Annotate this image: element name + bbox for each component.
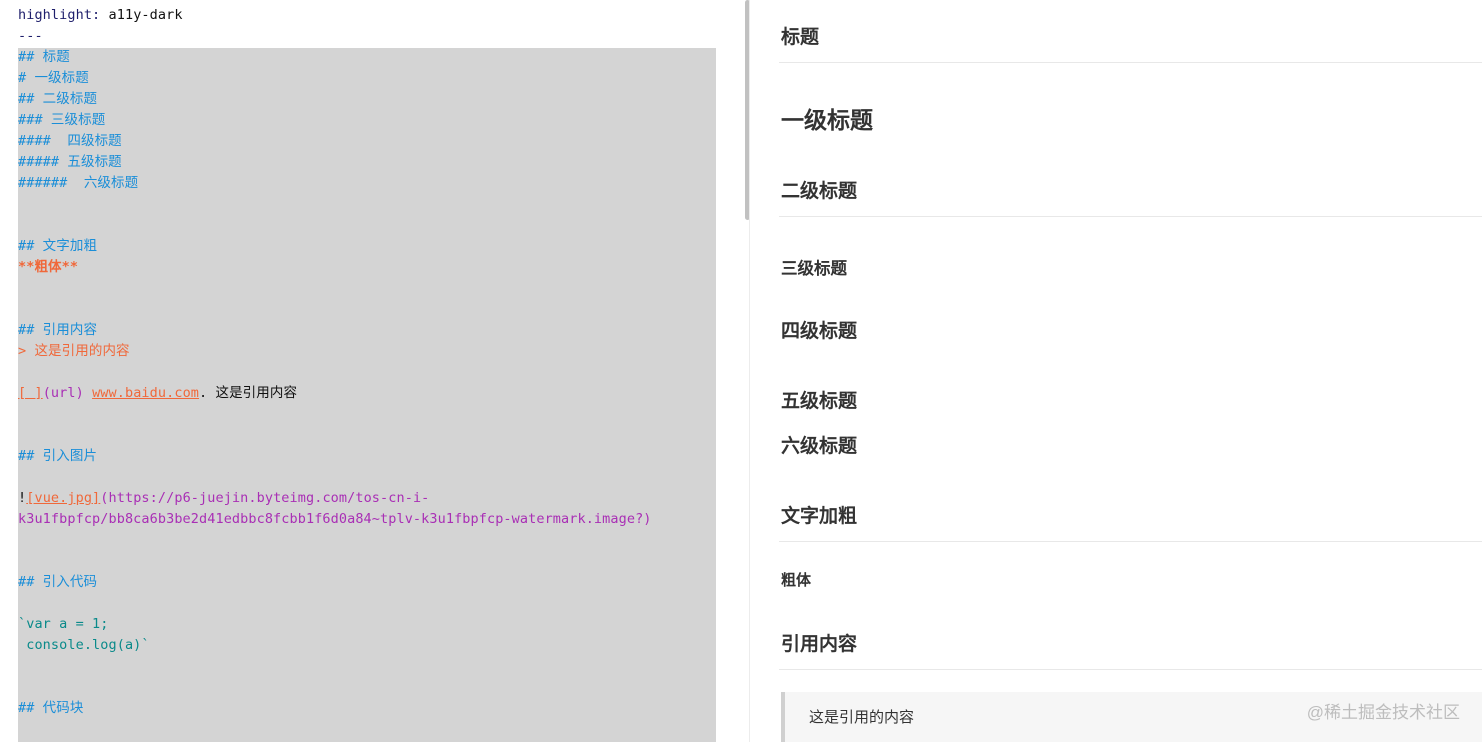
editor-token: console.log(a)` bbox=[18, 637, 150, 653]
preview-h1: 一级标题 bbox=[781, 107, 873, 133]
editor-line[interactable]: ###### 六级标题 bbox=[18, 173, 138, 194]
editor-line[interactable]: ## 标题 bbox=[18, 47, 70, 68]
editor-token: ## 标题 bbox=[18, 49, 70, 65]
editor-line[interactable]: console.log(a)` bbox=[18, 635, 150, 656]
editor-token: ## 文字加粗 bbox=[18, 238, 98, 254]
watermark: @稀土掘金技术社区 bbox=[1306, 703, 1460, 722]
editor-token: **粗体** bbox=[18, 259, 79, 275]
editor-token: # 一级标题 bbox=[18, 70, 89, 86]
editor-token: `var a = 1; bbox=[18, 616, 109, 632]
editor-line[interactable]: ### 三级标题 bbox=[18, 110, 105, 131]
editor-token: ## 引入代码 bbox=[18, 574, 98, 590]
editor-line[interactable]: `var a = 1; bbox=[18, 614, 109, 635]
editor-line[interactable]: ## 代码块 bbox=[18, 698, 83, 719]
editor-line[interactable]: ![vue.jpg](https://p6-juejin.byteimg.com… bbox=[18, 488, 429, 509]
editor-line[interactable]: ##### 五级标题 bbox=[18, 152, 122, 173]
editor-line[interactable]: #### 四级标题 bbox=[18, 131, 122, 152]
editor-line[interactable]: --- bbox=[18, 26, 43, 47]
divider bbox=[779, 216, 1482, 217]
editor-token: . 这是引用内容 bbox=[199, 385, 298, 401]
editor-line[interactable]: ## 文字加粗 bbox=[18, 236, 97, 257]
blockquote-text: 这是引用的内容 bbox=[809, 709, 915, 726]
editor-line[interactable]: ## 引入图片 bbox=[18, 446, 97, 467]
preview-h6: 六级标题 bbox=[781, 436, 858, 457]
divider bbox=[779, 541, 1482, 542]
editor-line[interactable]: k3u1fbpfcp/bb8ca6b3be2d41edbbc8fcbb1f6d0… bbox=[18, 509, 652, 530]
markdown-editor[interactable]: highlight: a11y-dark --- ## 标题 # 一级标题 ## 二级标… bbox=[0, 0, 750, 742]
editor-token: [ ] bbox=[18, 385, 43, 401]
editor-token: #### 四级标题 bbox=[18, 133, 122, 149]
editor-token: ###### 六级标题 bbox=[18, 175, 139, 191]
preview-h3: 三级标题 bbox=[781, 260, 847, 278]
editor-token: ! bbox=[18, 490, 27, 506]
editor-token: ## 引用内容 bbox=[18, 322, 98, 338]
preview-h2: 二级标题 bbox=[781, 181, 858, 202]
preview-h4: 四级标题 bbox=[781, 321, 858, 342]
editor-token: highlight: bbox=[18, 7, 109, 23]
editor-line[interactable]: [ ](url) www.baidu.com. 这是引用内容 bbox=[18, 383, 297, 404]
editor-scrollbar[interactable] bbox=[745, 0, 749, 220]
editor-token: ## 二级标题 bbox=[18, 91, 98, 107]
editor-line[interactable]: **粗体** bbox=[18, 257, 78, 278]
divider bbox=[779, 669, 1482, 670]
editor-token: --- bbox=[18, 28, 43, 44]
editor-token: ## 代码块 bbox=[18, 700, 84, 716]
editor-line[interactable]: # 一级标题 bbox=[18, 68, 89, 89]
editor-token: ## 引入图片 bbox=[18, 448, 98, 464]
editor-line[interactable]: ## 引用内容 bbox=[18, 320, 97, 341]
preview-bold-text: 粗体 bbox=[781, 572, 812, 589]
divider bbox=[779, 62, 1482, 63]
editor-token: [vue.jpg] bbox=[26, 490, 101, 506]
preview-quote-heading: 引用内容 bbox=[781, 634, 858, 655]
editor-token: www.baidu.com bbox=[92, 385, 200, 401]
editor-token: (url) bbox=[42, 385, 93, 401]
editor-token: > 这是引用的内容 bbox=[18, 343, 130, 359]
preview-h5: 五级标题 bbox=[781, 391, 858, 412]
markdown-preview: 标题 一级标题 二级标题 三级标题 四级标题 五级标题 六级标题 文字加粗 粗体… bbox=[751, 0, 1482, 742]
preview-bold-heading: 文字加粗 bbox=[781, 506, 858, 527]
editor-line[interactable]: > 这是引用的内容 bbox=[18, 341, 130, 362]
editor-line[interactable]: highlight: a11y-dark bbox=[18, 5, 183, 26]
editor-token: (https://p6-juejin.byteimg.com/tos-cn-i- bbox=[100, 490, 430, 506]
editor-token: k3u1fbpfcp/bb8ca6b3be2d41edbbc8fcbb1f6d0… bbox=[18, 511, 652, 527]
editor-line[interactable]: ## 二级标题 bbox=[18, 89, 97, 110]
editor-line[interactable]: ## 引入代码 bbox=[18, 572, 97, 593]
editor-token: a11y-dark bbox=[108, 7, 183, 23]
editor-token: ##### 五级标题 bbox=[18, 154, 122, 170]
editor-token: ### 三级标题 bbox=[18, 112, 106, 128]
preview-title: 标题 bbox=[781, 27, 820, 48]
